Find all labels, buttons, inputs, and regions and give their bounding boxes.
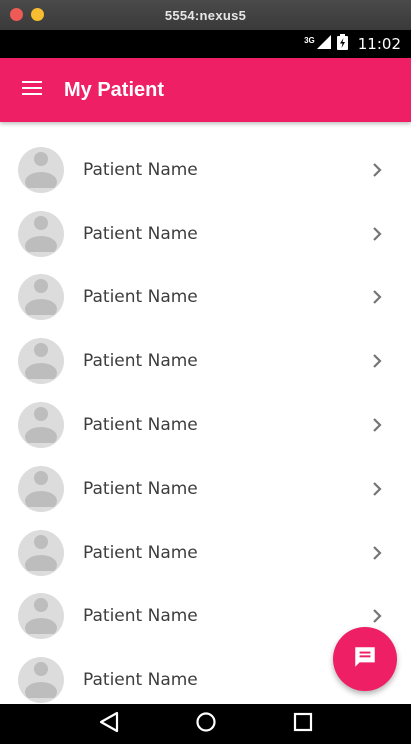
patient-list-item[interactable]: Patient Name (0, 521, 411, 585)
close-window-button[interactable] (10, 8, 23, 21)
person-icon (18, 402, 64, 448)
person-icon (18, 530, 64, 576)
patient-name: Patient Name (83, 351, 198, 372)
chevron-right-icon (365, 285, 389, 309)
avatar (18, 657, 64, 704)
page-title: My Patient (64, 78, 165, 101)
person-icon (18, 466, 64, 512)
avatar (18, 146, 64, 193)
menu-button[interactable] (0, 58, 64, 122)
patient-name: Patient Name (83, 478, 198, 499)
avatar (18, 465, 64, 512)
clock: 11:02 (357, 35, 401, 53)
patient-name: Patient Name (83, 159, 198, 180)
patient-list-item[interactable]: Patient Name (0, 266, 411, 330)
app-bar: My Patient (0, 58, 411, 122)
person-icon (18, 338, 64, 384)
avatar (18, 529, 64, 576)
avatar (18, 593, 64, 640)
patient-name: Patient Name (83, 287, 198, 308)
patient-name: Patient Name (83, 415, 198, 436)
battery-icon (336, 33, 348, 55)
signal-icon (316, 34, 331, 54)
menu-icon (22, 80, 42, 101)
window-title: 5554:nexus5 (164, 7, 247, 23)
chevron-right-icon (365, 541, 389, 565)
patient-list-item[interactable]: Patient Name (0, 457, 411, 521)
status-bar: 3G 11:02 (0, 30, 411, 58)
patient-list-item[interactable]: Patient Name (0, 138, 411, 202)
recents-button[interactable] (287, 708, 319, 740)
chat-icon (352, 644, 378, 675)
patient-list[interactable]: Patient Name Patient Name Patient Name P… (0, 138, 411, 704)
patient-list-item[interactable]: Patient Name (0, 393, 411, 457)
patient-name: Patient Name (83, 670, 198, 691)
patient-name: Patient Name (83, 542, 198, 563)
avatar (18, 274, 64, 321)
home-circle-icon (195, 711, 217, 738)
chevron-right-icon (365, 604, 389, 628)
recents-square-icon (293, 712, 313, 737)
device-frame: 5554:nexus5 3G 11:02 My Patient Patient … (0, 0, 411, 744)
chat-fab-button[interactable] (333, 627, 397, 691)
patient-name: Patient Name (83, 223, 198, 244)
chevron-right-icon (365, 158, 389, 182)
avatar (18, 402, 64, 449)
person-icon (18, 147, 64, 193)
emulator-title-bar: 5554:nexus5 (0, 0, 411, 30)
patient-list-item[interactable]: Patient Name (0, 202, 411, 266)
chevron-right-icon (365, 413, 389, 437)
chevron-right-icon (365, 222, 389, 246)
person-icon (18, 593, 64, 639)
home-button[interactable] (190, 708, 222, 740)
minimize-window-button[interactable] (31, 8, 44, 21)
back-button[interactable] (93, 708, 125, 740)
window-controls (10, 8, 44, 21)
person-icon (18, 657, 64, 703)
navigation-bar (0, 704, 411, 744)
person-icon (18, 211, 64, 257)
patient-list-item[interactable]: Patient Name (0, 329, 411, 393)
chevron-right-icon (365, 349, 389, 373)
chevron-right-icon (365, 477, 389, 501)
network-type: 3G (304, 36, 315, 45)
patient-name: Patient Name (83, 606, 198, 627)
back-triangle-icon (99, 711, 119, 738)
person-icon (18, 274, 64, 320)
avatar (18, 338, 64, 385)
avatar (18, 210, 64, 257)
